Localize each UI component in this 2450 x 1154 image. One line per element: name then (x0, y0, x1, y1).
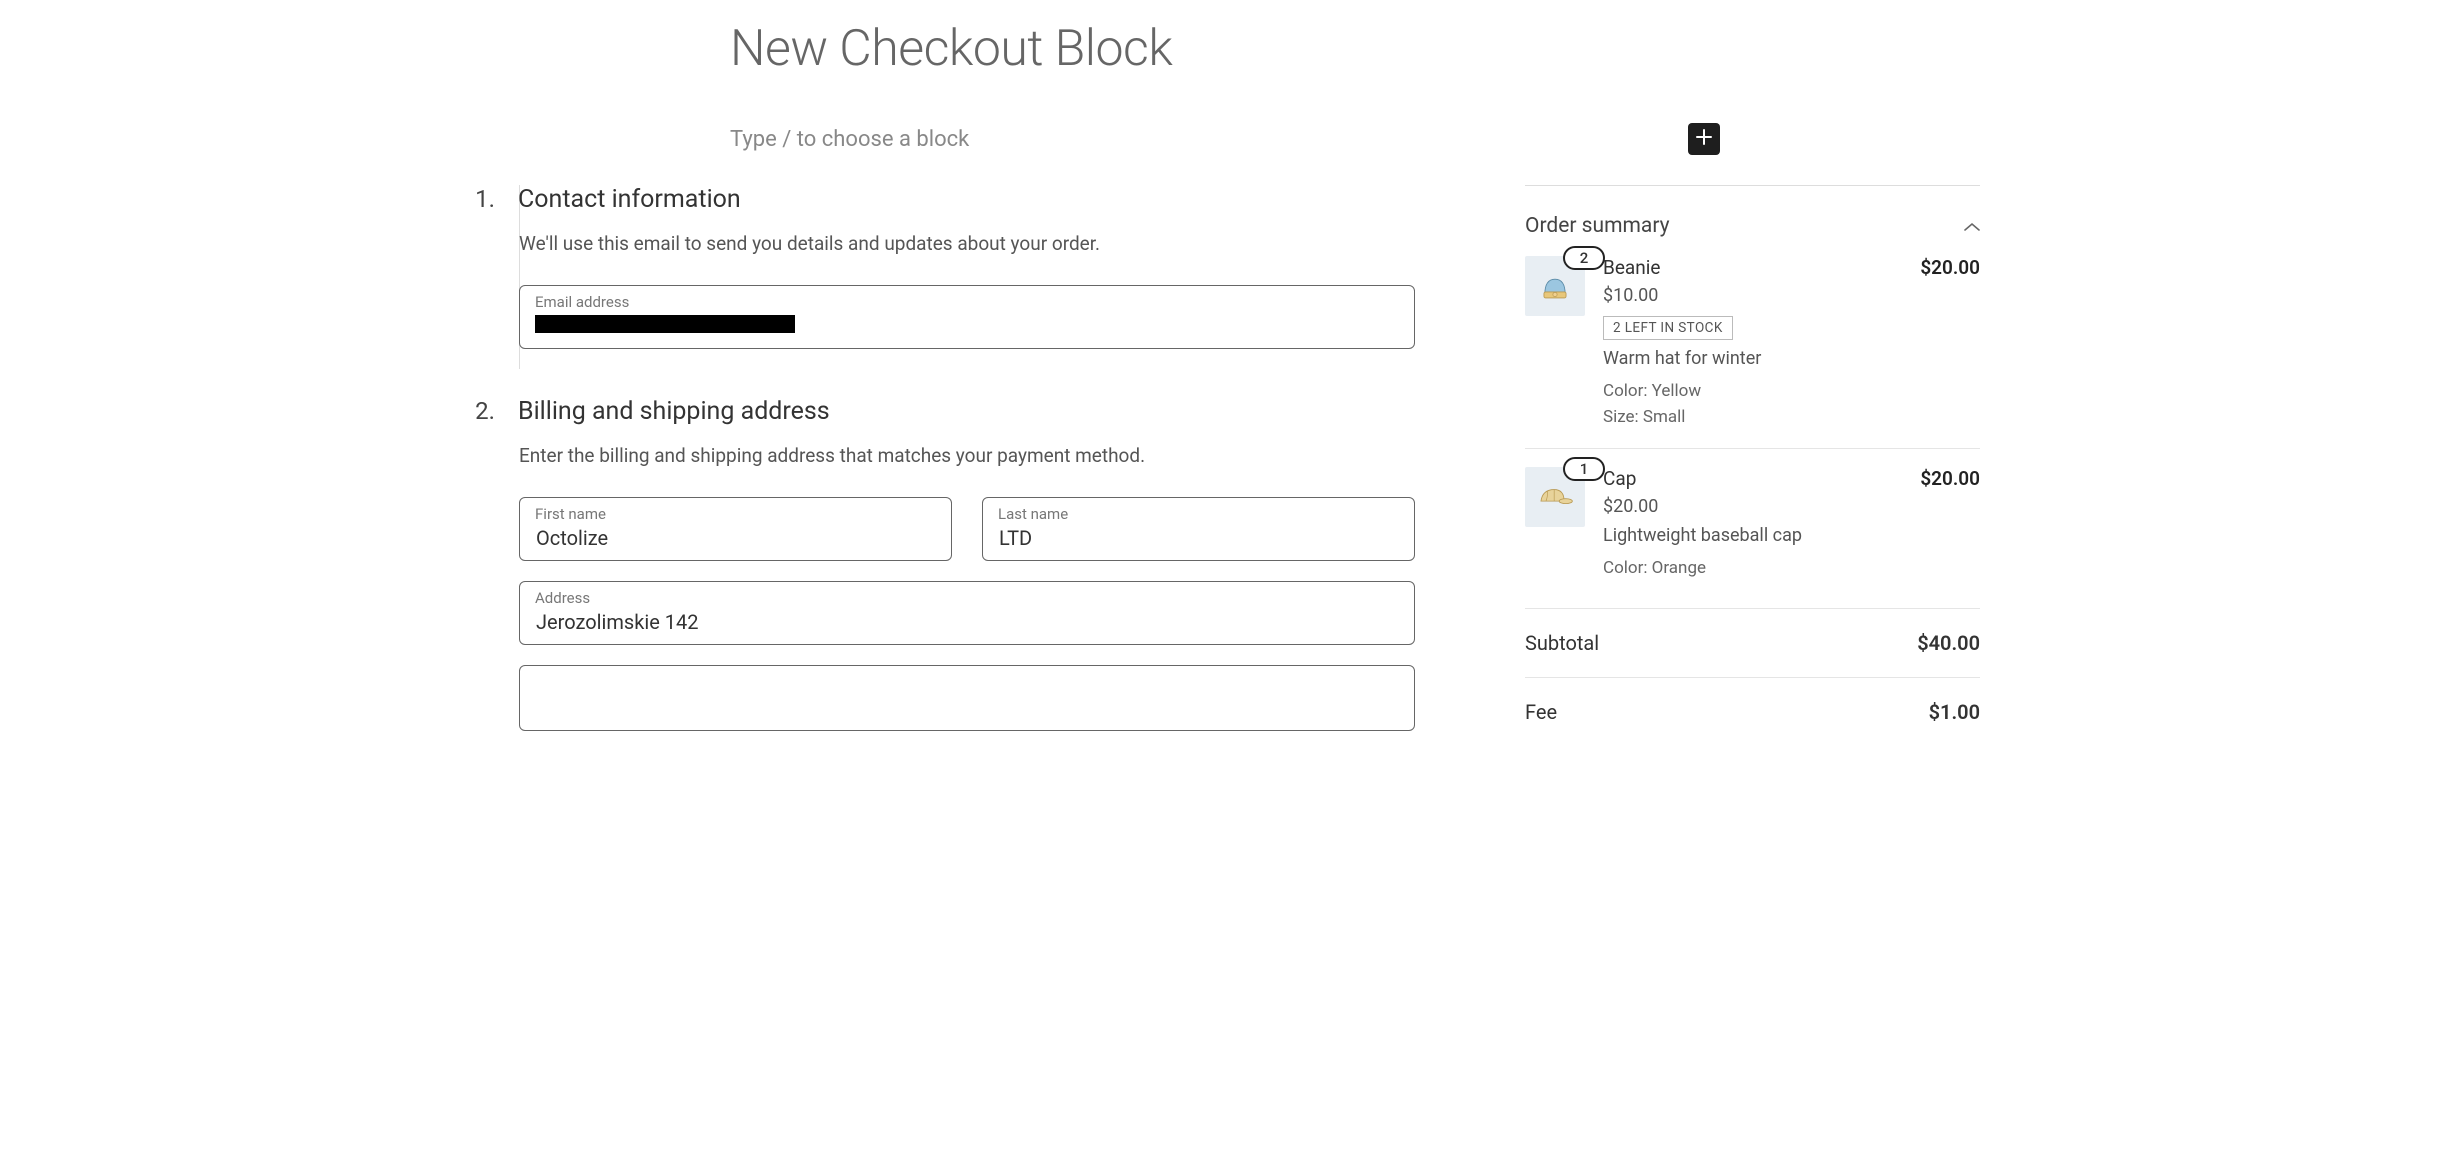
next-field-wrapper (519, 665, 1415, 731)
item-meta: Color: Yellow Size: Small (1603, 379, 1980, 430)
first-name-wrapper: First name (519, 497, 952, 561)
item-color: Color: Orange (1603, 556, 1980, 582)
stock-badge: 2 LEFT IN STOCK (1603, 316, 1733, 340)
item-color: Color: Yellow (1603, 379, 1980, 405)
fee-value: $1.00 (1929, 700, 1980, 724)
item-unit-price: $10.00 (1603, 285, 1980, 306)
item-size: Size: Small (1603, 405, 1980, 431)
email-field-wrapper: Email address (519, 285, 1415, 349)
qty-badge: 2 (1563, 246, 1605, 270)
step-contact: 1. Contact information We'll use this em… (470, 185, 1415, 369)
order-summary-panel: Order summary 2 (1525, 185, 1980, 759)
item-description: Lightweight baseball cap (1603, 525, 1980, 546)
fee-row: Fee $1.00 (1525, 678, 1980, 746)
cap-icon (1536, 483, 1574, 511)
address-field[interactable] (519, 581, 1415, 645)
item-meta: Color: Orange (1603, 556, 1980, 582)
item-total: $20.00 (1920, 467, 1980, 490)
cart-item: 1 Cap $20.00 $20.00 Lightweight baseball… (1525, 448, 1980, 600)
order-summary-header[interactable]: Order summary (1525, 214, 1980, 238)
address-wrapper: Address (519, 581, 1415, 645)
subtotal-row: Subtotal $40.00 (1525, 609, 1980, 678)
first-name-field[interactable] (519, 497, 952, 561)
item-total: $20.00 (1920, 256, 1980, 279)
cart-item: 2 Beanie $20.00 $10.00 2 LEFT IN STOCK W… (1525, 256, 1980, 448)
last-name-field[interactable] (982, 497, 1415, 561)
step-number-2: 2. (470, 397, 495, 731)
beanie-icon (1538, 269, 1572, 303)
billing-heading: Billing and shipping address (518, 397, 1415, 426)
step-billing: 2. Billing and shipping address Enter th… (470, 397, 1415, 731)
item-unit-price: $20.00 (1603, 496, 1980, 517)
billing-description: Enter the billing and shipping address t… (519, 444, 1415, 467)
page-title: New Checkout Block (730, 20, 1980, 78)
block-prompt[interactable]: Type / to choose a block (730, 127, 969, 152)
chevron-up-icon (1964, 216, 1980, 237)
redacted-email (535, 315, 795, 333)
fee-label: Fee (1525, 700, 1557, 724)
contact-heading: Contact information (518, 185, 1415, 214)
checkout-form: 1. Contact information We'll use this em… (470, 185, 1415, 759)
item-thumb-wrap: 2 (1525, 256, 1585, 430)
order-summary-title: Order summary (1525, 214, 1670, 238)
item-description: Warm hat for winter (1603, 348, 1980, 369)
contact-description: We'll use this email to send you details… (519, 232, 1415, 255)
step-number-1: 1. (470, 185, 495, 369)
qty-badge: 1 (1563, 457, 1605, 481)
item-thumb-wrap: 1 (1525, 467, 1585, 582)
add-block-button[interactable] (1688, 123, 1720, 155)
subtotal-value: $40.00 (1917, 631, 1980, 655)
subtotal-label: Subtotal (1525, 631, 1599, 655)
plus-icon (1695, 128, 1713, 151)
item-name: Cap (1603, 467, 1636, 490)
item-name: Beanie (1603, 256, 1660, 279)
last-name-wrapper: Last name (982, 497, 1415, 561)
block-inserter-row: Type / to choose a block (730, 123, 1980, 155)
next-field[interactable] (519, 665, 1415, 731)
order-totals: Subtotal $40.00 Fee $1.00 (1525, 608, 1980, 746)
